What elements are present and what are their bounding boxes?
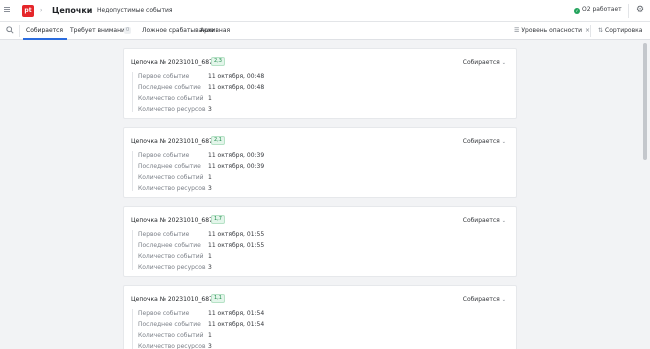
first-event-label: Первое событие xyxy=(138,73,190,80)
state-label: Собирается xyxy=(462,138,500,145)
state-dropdown[interactable]: Собирается ⌄ xyxy=(463,296,506,303)
state-dropdown[interactable]: Собирается ⌄ xyxy=(463,217,506,224)
chevron-down-icon: ⌄ xyxy=(501,218,506,224)
sort-label: Сортировка xyxy=(605,27,643,34)
events-count-label: Количество событий xyxy=(138,332,204,339)
gear-icon[interactable]: ⚙ xyxy=(636,5,644,15)
resources-count-label: Количество ресурсов xyxy=(138,185,206,192)
divider xyxy=(628,4,629,18)
sort-button[interactable]: ⇅ Сортировка xyxy=(598,27,642,34)
chain-card[interactable]: Цепочка № 20231010_6877 2,1 Собирается ⌄ … xyxy=(123,127,517,198)
divider xyxy=(132,230,133,270)
first-event-label: Первое событие xyxy=(138,231,190,238)
scrollbar-thumb[interactable] xyxy=(643,43,647,160)
divider xyxy=(132,151,133,191)
chain-title[interactable]: Цепочка № 20231010_6877 xyxy=(131,138,217,145)
status-indicator[interactable]: ✓ О2 работает xyxy=(574,6,622,14)
chain-card[interactable]: Цепочка № 20231010_6875 1,1 Собирается ⌄ … xyxy=(123,285,517,349)
menu-icon[interactable] xyxy=(3,5,13,15)
state-dropdown[interactable]: Собирается ⌄ xyxy=(463,59,506,66)
tab-needs-attention[interactable]: Требует внимания xyxy=(70,27,129,34)
events-count-value: 1 xyxy=(208,174,212,181)
events-count-label: Количество событий xyxy=(138,253,204,260)
chain-title[interactable]: Цепочка № 20231010_6878 xyxy=(131,59,217,66)
check-circle-icon: ✓ xyxy=(574,8,580,14)
filter-icon: ☰ xyxy=(514,27,520,34)
first-event-label: Первое событие xyxy=(138,310,190,317)
events-count-value: 1 xyxy=(208,253,212,260)
search-icon[interactable] xyxy=(6,26,14,34)
resources-count-label: Количество ресурсов xyxy=(138,106,206,113)
last-event-label: Последнее событие xyxy=(138,242,201,249)
score-badge: 1,1 xyxy=(211,294,225,303)
chevron-down-icon: ⌄ xyxy=(501,60,506,66)
tab-collecting[interactable]: Собирается xyxy=(26,27,63,34)
first-event-value: 11 октября, 01:55 xyxy=(208,231,265,238)
resources-count-value: 3 xyxy=(208,185,212,192)
last-event-value: 11 октября, 01:54 xyxy=(208,321,265,328)
state-label: Собирается xyxy=(462,217,500,224)
resources-count-label: Количество ресурсов xyxy=(138,343,206,349)
divider xyxy=(590,25,591,37)
chain-title[interactable]: Цепочка № 20231010_6875 xyxy=(131,296,217,303)
pt-logo[interactable]: pt xyxy=(22,5,34,17)
resources-count-value: 3 xyxy=(208,343,212,349)
divider xyxy=(132,72,133,112)
first-event-value: 11 октября, 00:39 xyxy=(208,152,265,159)
last-event-value: 11 октября, 01:55 xyxy=(208,242,265,249)
chevron-down-icon: ⌄ xyxy=(501,297,506,303)
chain-title[interactable]: Цепочка № 20231010_6876 xyxy=(131,217,217,224)
state-dropdown[interactable]: Собирается ⌄ xyxy=(463,138,506,145)
events-count-label: Количество событий xyxy=(138,174,204,181)
chevron-right-icon: › xyxy=(40,7,43,14)
last-event-value: 11 октября, 00:48 xyxy=(208,84,265,91)
first-event-label: Первое событие xyxy=(138,152,190,159)
tabs-bar: Собирается Требует внимания 0 Ложное сра… xyxy=(0,22,650,40)
first-event-value: 11 октября, 01:54 xyxy=(208,310,265,317)
state-label: Собирается xyxy=(462,296,500,303)
score-badge: 2,1 xyxy=(211,136,225,145)
last-event-label: Последнее событие xyxy=(138,84,201,91)
state-label: Собирается xyxy=(462,59,500,66)
status-text: О2 работает xyxy=(582,6,622,13)
divider xyxy=(132,309,133,349)
chain-card[interactable]: Цепочка № 20231010_6876 1,7 Собирается ⌄ … xyxy=(123,206,517,277)
first-event-value: 11 октября, 00:48 xyxy=(208,73,265,80)
tab-archive[interactable]: Архивная xyxy=(200,27,230,34)
score-badge: 1,7 xyxy=(211,215,225,224)
danger-level-filter[interactable]: ☰ Уровень опасности × xyxy=(514,27,590,34)
last-event-label: Последнее событие xyxy=(138,163,201,170)
chevron-down-icon: ⌄ xyxy=(501,139,506,145)
divider xyxy=(19,25,20,37)
page-title: Цепочки xyxy=(52,6,93,15)
chain-card[interactable]: Цепочка № 20231010_6878 2,3 Собирается ⌄ … xyxy=(123,48,517,119)
last-event-value: 11 октября, 00:39 xyxy=(208,163,265,170)
events-count-value: 1 xyxy=(208,95,212,102)
last-event-label: Последнее событие xyxy=(138,321,201,328)
top-header: pt › Цепочки Недопустимые события ✓ О2 ра… xyxy=(0,0,650,22)
invalid-events-link[interactable]: Недопустимые события xyxy=(97,7,172,14)
resources-count-value: 3 xyxy=(208,106,212,113)
active-tab-indicator xyxy=(23,38,67,40)
events-count-value: 1 xyxy=(208,332,212,339)
resources-count-value: 3 xyxy=(208,264,212,271)
resources-count-label: Количество ресурсов xyxy=(138,264,206,271)
events-count-label: Количество событий xyxy=(138,95,204,102)
tab-count-badge: 0 xyxy=(124,27,132,34)
danger-level-label: Уровень опасности xyxy=(521,27,582,34)
sort-icon: ⇅ xyxy=(598,27,604,34)
score-badge: 2,3 xyxy=(211,57,225,66)
